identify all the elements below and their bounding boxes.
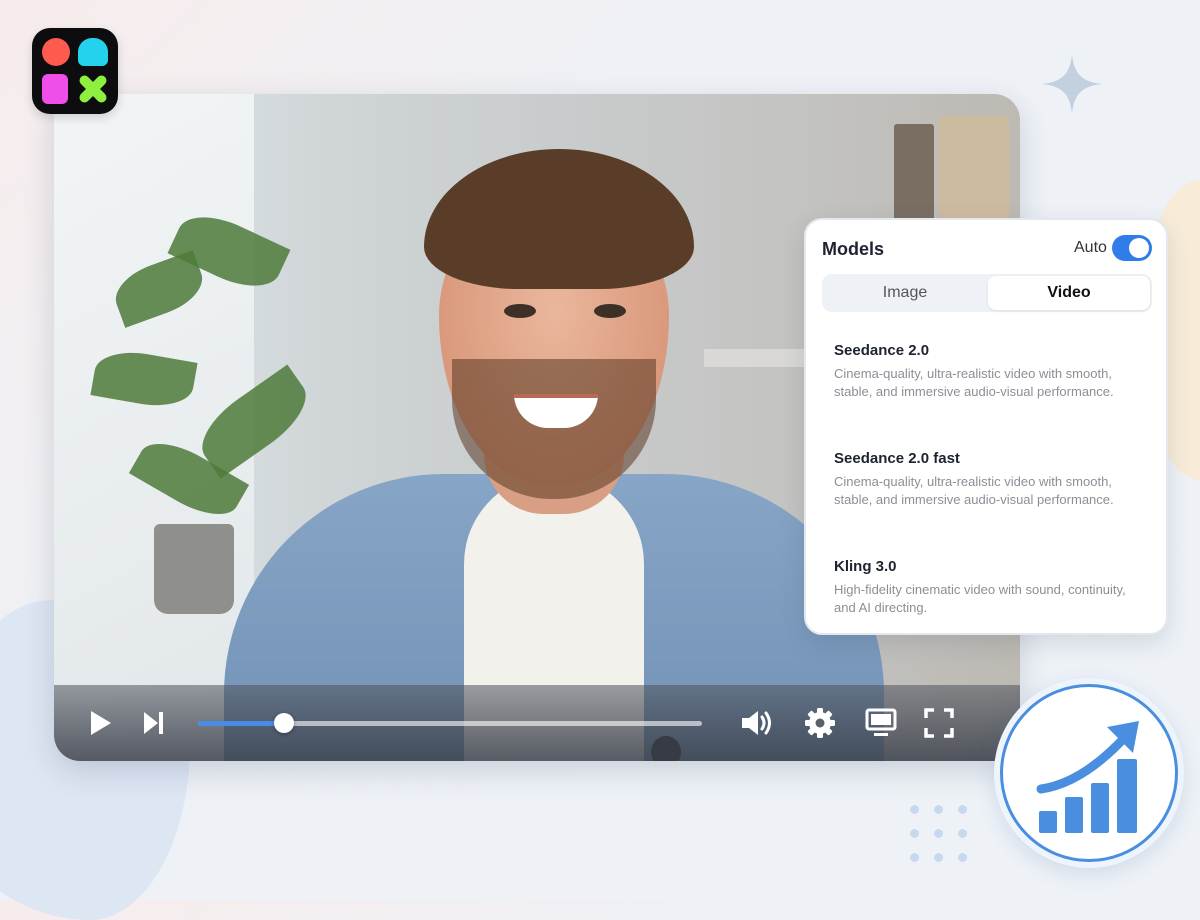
auto-label: Auto xyxy=(1074,239,1107,256)
growth-badge xyxy=(994,678,1184,868)
model-description: Cinema-quality, ultra-realistic video wi… xyxy=(834,474,1114,507)
background-book xyxy=(939,116,1009,234)
model-description: High-fidelity cinematic video with sound… xyxy=(834,582,1126,615)
play-icon[interactable] xyxy=(88,709,114,737)
app-logo-icon xyxy=(32,28,118,114)
decorative-dots xyxy=(910,805,972,867)
model-type-tabs: Image Video xyxy=(822,274,1152,312)
skip-next-icon[interactable] xyxy=(142,710,166,736)
model-name: Seedance 2.0 xyxy=(834,342,930,359)
volume-icon[interactable] xyxy=(740,709,774,737)
auto-toggle[interactable] xyxy=(1112,235,1152,261)
model-item-kling-3[interactable]: Kling 3.0 High-fidelity cinematic video … xyxy=(822,548,1152,627)
gear-icon[interactable] xyxy=(804,707,836,739)
model-item-seedance-2[interactable]: Seedance 2.0 Cinema-quality, ultra-reali… xyxy=(822,332,1152,411)
model-name: Kling 3.0 xyxy=(834,558,897,575)
progress-fill xyxy=(198,721,284,726)
growth-chart-icon xyxy=(1036,721,1139,833)
tab-video[interactable]: Video xyxy=(988,276,1150,310)
player-controls xyxy=(54,685,1020,761)
toggle-knob xyxy=(1129,238,1149,258)
fullscreen-icon[interactable] xyxy=(924,708,954,738)
progress-bar[interactable] xyxy=(198,713,702,733)
model-name: Seedance 2.0 fast xyxy=(834,450,960,467)
progress-handle[interactable] xyxy=(273,713,294,733)
model-item-seedance-2-fast[interactable]: Seedance 2.0 fast Cinema-quality, ultra-… xyxy=(822,440,1152,519)
tab-image[interactable]: Image xyxy=(824,276,986,310)
panel-title: Models xyxy=(822,239,885,259)
models-panel: Models Auto Image Video Seedance 2.0 Cin… xyxy=(804,218,1168,635)
model-description: Cinema-quality, ultra-realistic video wi… xyxy=(834,366,1114,399)
monitor-icon[interactable] xyxy=(865,708,897,738)
sparkle-icon xyxy=(1042,54,1102,114)
